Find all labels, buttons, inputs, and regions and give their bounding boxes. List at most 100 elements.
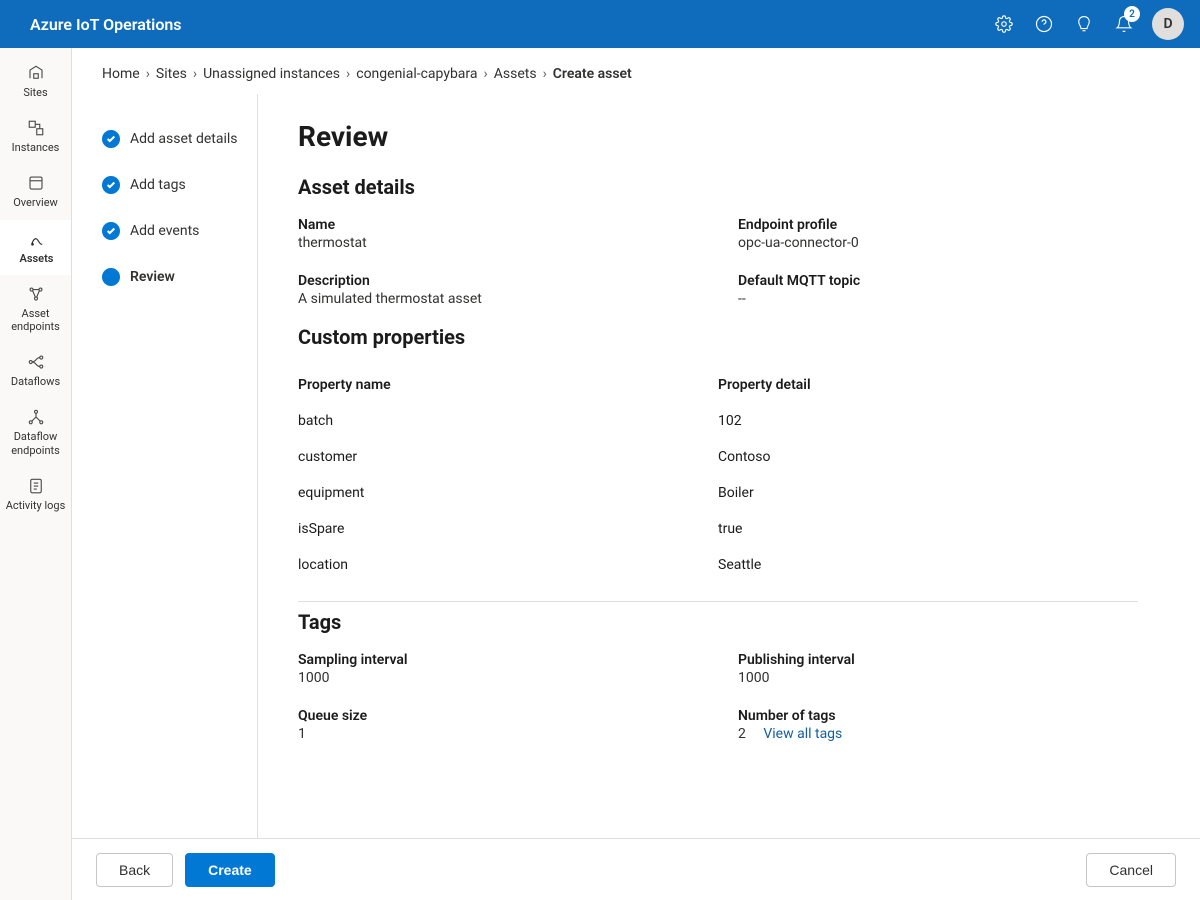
- col-property-detail: Property detail: [718, 377, 1138, 393]
- chevron-right-icon: ›: [484, 66, 488, 82]
- chevron-right-icon: ›: [346, 66, 350, 82]
- field-value: A simulated thermostat asset: [298, 291, 698, 307]
- table-header: Property name Property detail: [298, 367, 1138, 403]
- field-label: Sampling interval: [298, 652, 698, 668]
- chevron-right-icon: ›: [146, 66, 150, 82]
- field-queue-size: Queue size 1: [298, 708, 698, 742]
- crumb-assets[interactable]: Assets: [494, 66, 537, 82]
- field-name: Name thermostat: [298, 217, 698, 251]
- field-value: 1000: [738, 670, 1138, 686]
- settings-icon[interactable]: [984, 0, 1024, 48]
- cell-name: isSpare: [298, 521, 718, 537]
- breadcrumb: Home › Sites › Unassigned instances › co…: [72, 48, 1200, 94]
- step-label: Review: [130, 269, 175, 285]
- table-row: isSpare true: [298, 511, 1138, 547]
- cell-name: customer: [298, 449, 718, 465]
- field-value: --: [738, 291, 1138, 307]
- field-label: Default MQTT topic: [738, 273, 1138, 289]
- nav-overview-label: Overview: [13, 196, 58, 209]
- nav-instances[interactable]: Instances: [0, 109, 71, 164]
- cell-detail: Contoso: [718, 449, 1138, 465]
- notification-badge: 2: [1124, 6, 1140, 22]
- top-header: Azure IoT Operations 2 D: [0, 0, 1200, 48]
- wizard-footer: Back Create Cancel: [72, 838, 1200, 900]
- step-add-events[interactable]: Add events: [102, 208, 247, 254]
- field-value: 2: [738, 726, 746, 742]
- nav-asset-endpoints-label: Asset endpoints: [2, 307, 69, 333]
- wizard-stepper: Add asset details Add tags Add events Re…: [72, 94, 258, 838]
- step-label: Add events: [130, 223, 199, 239]
- field-label: Queue size: [298, 708, 698, 724]
- chevron-right-icon: ›: [543, 66, 547, 82]
- nav-overview[interactable]: Overview: [0, 164, 71, 219]
- user-avatar[interactable]: D: [1152, 8, 1184, 40]
- field-value-wrap: 2 View all tags: [738, 726, 1138, 742]
- nav-dataflow-endpoints[interactable]: Dataflow endpoints: [0, 398, 71, 466]
- nav-asset-endpoints[interactable]: Asset endpoints: [0, 275, 71, 343]
- field-value: thermostat: [298, 235, 698, 251]
- field-value: 1: [298, 726, 698, 742]
- nav-sites[interactable]: Sites: [0, 54, 71, 109]
- field-mqtt-topic: Default MQTT topic --: [738, 273, 1138, 307]
- nav-dataflow-endpoints-label: Dataflow endpoints: [2, 430, 69, 456]
- current-step-icon: [102, 268, 120, 286]
- crumb-instance[interactable]: congenial-capybara: [356, 66, 477, 82]
- page-title: Review: [298, 120, 1160, 153]
- crumb-unassigned[interactable]: Unassigned instances: [203, 66, 340, 82]
- cancel-button[interactable]: Cancel: [1086, 853, 1176, 887]
- nav-assets[interactable]: Assets: [0, 220, 71, 275]
- nav-activity-logs[interactable]: Activity logs: [0, 467, 71, 522]
- nav-dataflows[interactable]: Dataflows: [0, 343, 71, 398]
- check-icon: [102, 130, 120, 148]
- custom-properties-table: Property name Property detail batch 102 …: [298, 367, 1138, 583]
- field-endpoint-profile: Endpoint profile opc-ua-connector-0: [738, 217, 1138, 251]
- check-icon: [102, 222, 120, 240]
- cell-detail: true: [718, 521, 1138, 537]
- nav-activity-logs-label: Activity logs: [6, 499, 66, 512]
- table-row: equipment Boiler: [298, 475, 1138, 511]
- tags-heading: Tags: [298, 610, 1160, 634]
- chevron-right-icon: ›: [193, 66, 197, 82]
- field-description: Description A simulated thermostat asset: [298, 273, 698, 307]
- crumb-home[interactable]: Home: [102, 66, 140, 82]
- step-add-asset-details[interactable]: Add asset details: [102, 116, 247, 162]
- notifications-icon[interactable]: 2: [1104, 0, 1144, 48]
- cell-detail: Boiler: [718, 485, 1138, 501]
- crumb-create-asset: Create asset: [553, 66, 632, 82]
- section-divider: [298, 601, 1138, 602]
- field-label: Number of tags: [738, 708, 1138, 724]
- crumb-sites[interactable]: Sites: [156, 66, 187, 82]
- left-nav: Sites Instances Overview Assets Asset en…: [0, 48, 72, 900]
- step-label: Add tags: [130, 177, 186, 193]
- field-label: Endpoint profile: [738, 217, 1138, 233]
- cell-name: batch: [298, 413, 718, 429]
- step-review[interactable]: Review: [102, 254, 247, 300]
- col-property-name: Property name: [298, 377, 718, 393]
- custom-properties-heading: Custom properties: [298, 325, 1160, 349]
- back-button[interactable]: Back: [96, 853, 173, 887]
- nav-dataflows-label: Dataflows: [11, 375, 60, 388]
- review-panel: Review Asset details Name thermostat End…: [258, 94, 1200, 838]
- help-icon[interactable]: [1024, 0, 1064, 48]
- check-icon: [102, 176, 120, 194]
- table-row: customer Contoso: [298, 439, 1138, 475]
- nav-assets-label: Assets: [20, 252, 54, 265]
- cell-name: equipment: [298, 485, 718, 501]
- step-add-tags[interactable]: Add tags: [102, 162, 247, 208]
- cell-name: location: [298, 557, 718, 573]
- table-row: location Seattle: [298, 547, 1138, 583]
- step-label: Add asset details: [130, 131, 238, 147]
- app-title: Azure IoT Operations: [30, 15, 182, 34]
- field-number-of-tags: Number of tags 2 View all tags: [738, 708, 1138, 742]
- field-sampling-interval: Sampling interval 1000: [298, 652, 698, 686]
- create-button[interactable]: Create: [185, 853, 275, 887]
- nav-sites-label: Sites: [23, 86, 47, 99]
- table-row: batch 102: [298, 403, 1138, 439]
- feedback-icon[interactable]: [1064, 0, 1104, 48]
- view-all-tags-link[interactable]: View all tags: [763, 726, 842, 742]
- field-label: Name: [298, 217, 698, 233]
- nav-instances-label: Instances: [12, 141, 60, 154]
- field-label: Description: [298, 273, 698, 289]
- cell-detail: Seattle: [718, 557, 1138, 573]
- field-value: opc-ua-connector-0: [738, 235, 1138, 251]
